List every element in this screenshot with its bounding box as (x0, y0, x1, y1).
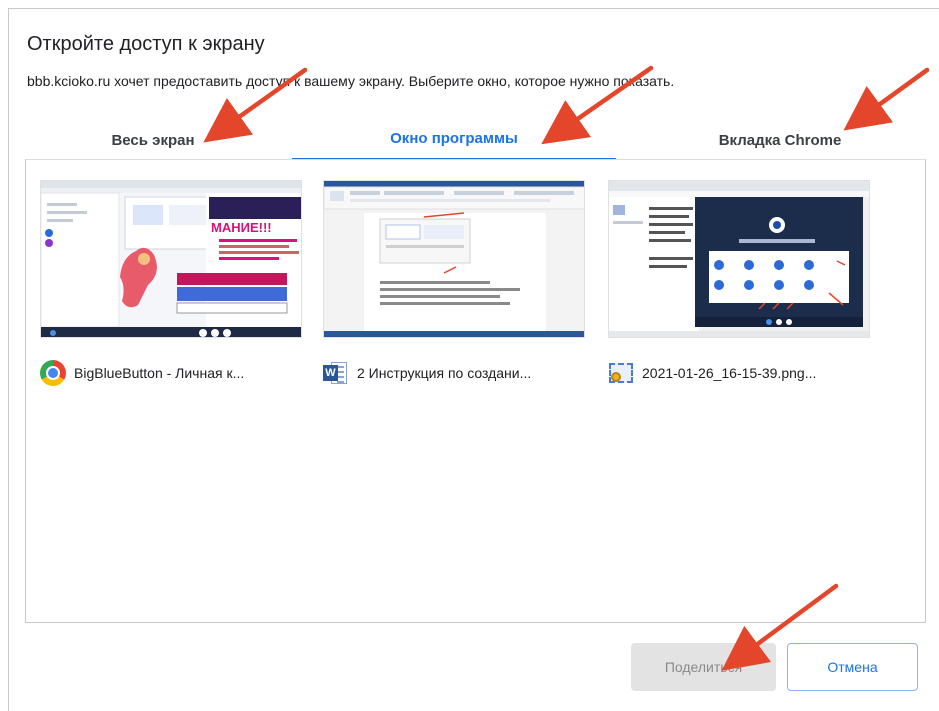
share-button[interactable]: Поделиться (631, 643, 776, 691)
window-option-image-viewer[interactable]: 2021-01-26_16-15-39.png... (608, 180, 870, 386)
window-option-bigbluebutton[interactable]: МАНИЕ!!! BigBlueButton - Личная к... (40, 180, 302, 386)
window-label: W 2 Инструкция по создани... (323, 360, 585, 386)
dialog-subtitle: bbb.kcioko.ru хочет предоставить доступ … (27, 73, 675, 89)
tab-entire-screen[interactable]: Весь экран (9, 119, 297, 161)
share-screen-dialog: Откройте доступ к экрану bbb.kcioko.ru х… (8, 8, 939, 711)
window-title: 2021-01-26_16-15-39.png... (642, 365, 817, 381)
window-list-panel: МАНИЕ!!! BigBlueButton - Личная к... W 2… (25, 159, 926, 623)
source-tabs: Весь экран Окно программы Вкладка Chrome (9, 119, 939, 161)
chrome-icon (40, 360, 66, 386)
dialog-title: Откройте доступ к экрану (27, 33, 265, 55)
tab-application-window[interactable]: Окно программы (292, 119, 616, 161)
word-icon: W (323, 360, 349, 386)
window-thumbnail (323, 180, 585, 338)
window-thumbnail: МАНИЕ!!! (40, 180, 302, 338)
window-title: 2 Инструкция по создани... (357, 365, 532, 381)
window-title: BigBlueButton - Личная к... (74, 365, 245, 381)
preview-heading: МАНИЕ!!! (211, 220, 272, 235)
tab-chrome-tab[interactable]: Вкладка Chrome (620, 119, 939, 161)
cancel-button[interactable]: Отмена (787, 643, 918, 691)
window-label: 2021-01-26_16-15-39.png... (608, 360, 870, 386)
image-viewer-preview (609, 181, 869, 337)
bigbluebutton-preview: МАНИЕ!!! (41, 181, 301, 337)
window-label: BigBlueButton - Личная к... (40, 360, 302, 386)
image-viewer-icon (608, 360, 634, 386)
word-document-preview (324, 181, 584, 337)
window-thumbnail (608, 180, 870, 338)
window-option-word-document[interactable]: W 2 Инструкция по создани... (323, 180, 585, 386)
